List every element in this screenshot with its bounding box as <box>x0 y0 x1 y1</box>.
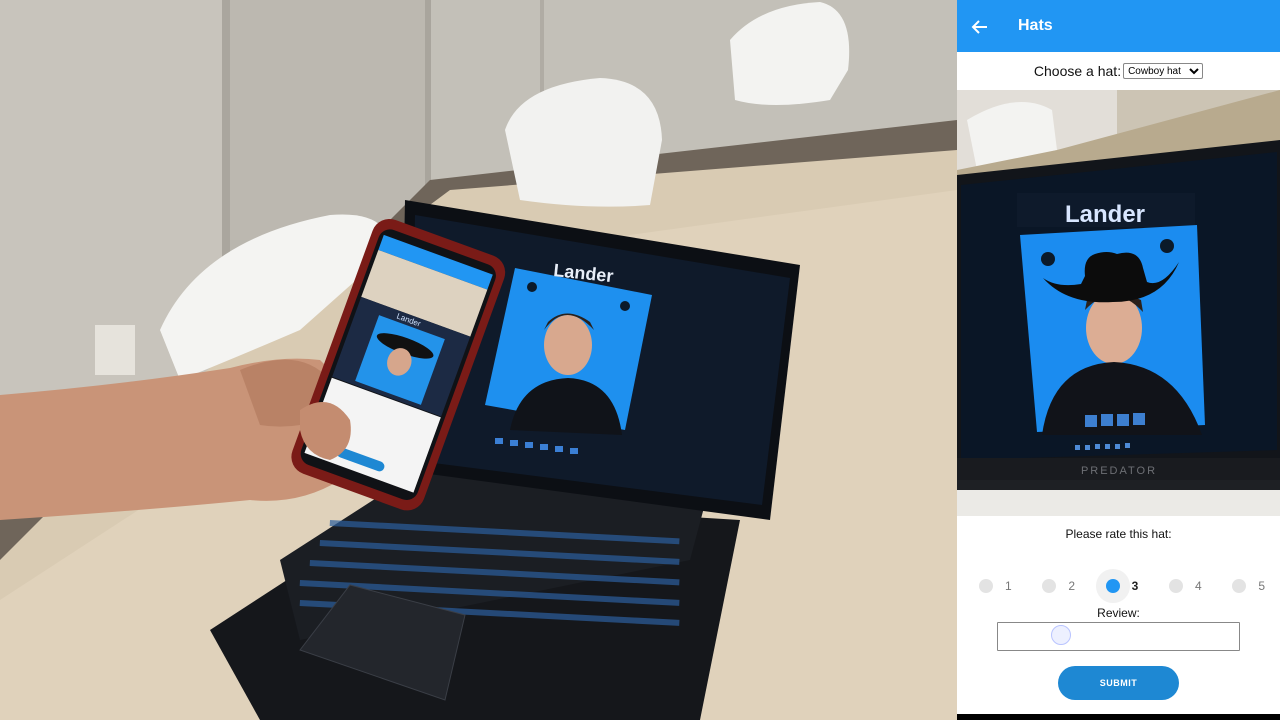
hats-app: Hats Choose a hat: Cowboy hat Lander PRE… <box>957 0 1280 720</box>
radio-button[interactable] <box>979 579 993 593</box>
arrow-left-icon <box>971 20 987 34</box>
touch-indicator <box>1051 625 1071 645</box>
preview-name-text: Lander <box>1065 201 1145 228</box>
rating-option-2[interactable]: 2 <box>1042 579 1075 593</box>
hat-chooser: Choose a hat: Cowboy hat <box>957 52 1280 90</box>
back-button[interactable] <box>957 0 1003 52</box>
rating-option-label: 3 <box>1131 579 1139 593</box>
laptop-brand-text: PREDATOR <box>1081 465 1157 477</box>
rating-option-label: 5 <box>1258 579 1265 593</box>
submit-button[interactable]: SUBMIT <box>1058 666 1179 700</box>
rating-option-5[interactable]: 5 <box>1232 579 1265 593</box>
radio-button[interactable] <box>1232 579 1247 593</box>
camera-preview: Lander PREDATOR <box>957 90 1280 516</box>
photo-scene: Lander Lander <box>0 0 957 720</box>
screen: Lander Lander Hats Choose a hat: Cowboy … <box>0 0 1280 720</box>
rating-option-label: 4 <box>1194 579 1202 593</box>
hat-chooser-label: Choose a hat: <box>1033 63 1122 79</box>
camera-photo: Lander Lander <box>0 0 957 720</box>
radio-button[interactable] <box>1168 579 1183 593</box>
rating-label: Please rate this hat: <box>1065 527 1172 541</box>
rating-radio-group: 1 2 3 4 5 <box>957 571 1280 601</box>
radio-button[interactable] <box>1042 579 1057 593</box>
rating-option-label: 2 <box>1068 579 1076 593</box>
hat-select[interactable]: Cowboy hat <box>1123 63 1204 79</box>
rating-option-1[interactable]: 1 <box>979 579 1012 593</box>
review-label: Review: <box>1097 606 1140 620</box>
rating-option-label: 1 <box>1005 579 1012 593</box>
radio-button-selected[interactable] <box>1105 579 1120 593</box>
rating-option-3[interactable]: 3 <box>1105 579 1139 593</box>
app-bar: Hats <box>957 0 1280 52</box>
nav-bar-edge <box>957 714 1280 720</box>
rating-option-4[interactable]: 4 <box>1168 579 1202 593</box>
page-title: Hats <box>1018 17 1053 34</box>
camera-preview-image: Lander PREDATOR <box>957 90 1280 516</box>
review-input[interactable] <box>997 622 1240 651</box>
